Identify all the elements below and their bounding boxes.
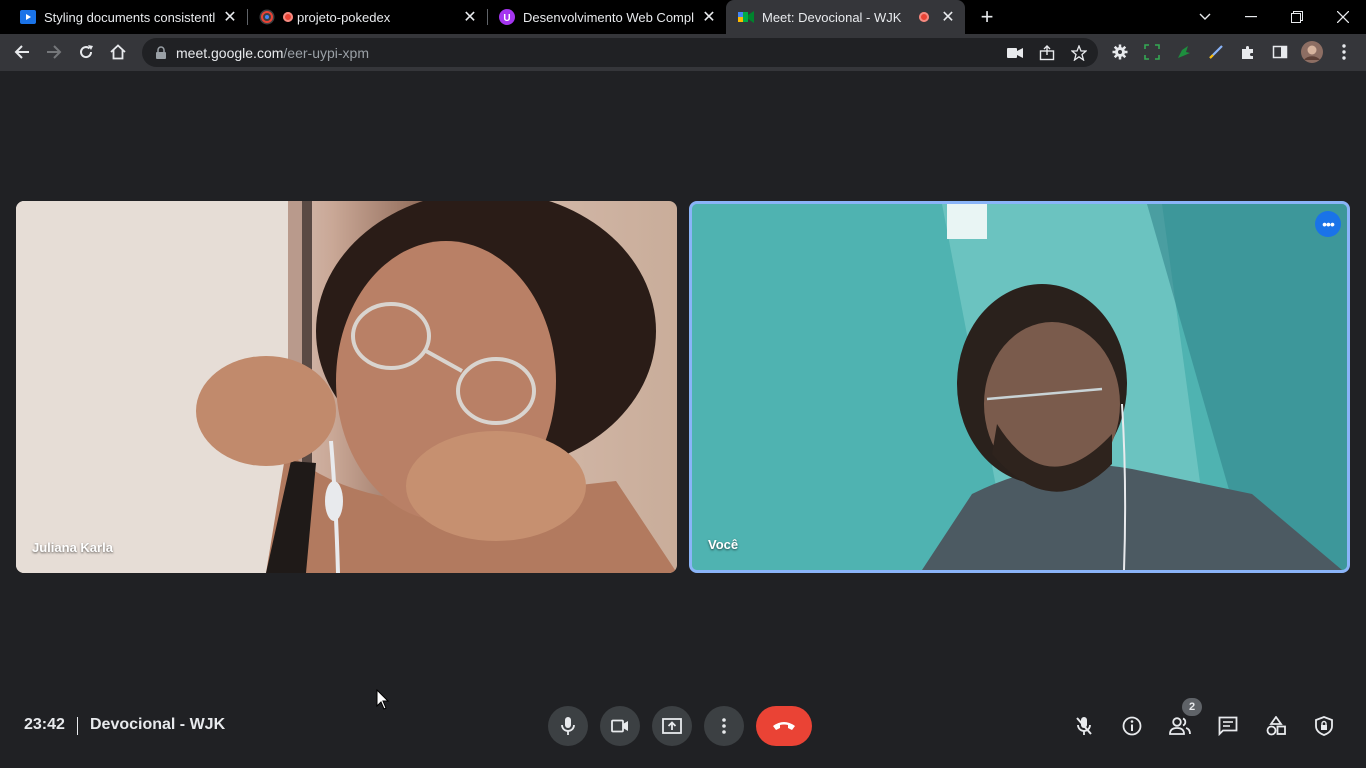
github-icon bbox=[259, 9, 275, 25]
browser-toolbar: meet.google.com/eer-uypi-xpm bbox=[0, 34, 1366, 71]
gear-icon bbox=[1112, 44, 1128, 60]
recording-icon bbox=[283, 12, 293, 22]
url-text[interactable]: meet.google.com/eer-uypi-xpm bbox=[176, 45, 369, 61]
activities-icon bbox=[1266, 716, 1286, 736]
mute-all-button[interactable] bbox=[1070, 712, 1098, 740]
leave-call-button[interactable] bbox=[756, 706, 812, 746]
kebab-menu-icon bbox=[722, 718, 726, 734]
puzzle-icon bbox=[1242, 46, 1253, 59]
meeting-details-button[interactable] bbox=[1118, 712, 1146, 740]
tile-more-options-button[interactable]: ••• bbox=[1315, 211, 1341, 237]
more-options-button[interactable] bbox=[704, 706, 744, 746]
lock-icon[interactable] bbox=[154, 45, 168, 60]
close-tab-icon[interactable]: ✕ bbox=[461, 8, 479, 26]
share-icon[interactable] bbox=[1038, 44, 1056, 62]
reload-icon bbox=[80, 45, 93, 59]
extension-pen-button[interactable] bbox=[1202, 38, 1230, 66]
present-screen-icon bbox=[662, 718, 682, 734]
minimize-icon bbox=[1245, 16, 1257, 18]
tab-title: Meet: Devocional - WJK bbox=[762, 9, 902, 25]
meet-stage: Juliana Karla ••• Você 23:42 Devocional … bbox=[0, 71, 1366, 768]
meet-icon bbox=[738, 9, 754, 25]
bird-icon bbox=[1178, 46, 1190, 58]
participant-name: Você bbox=[708, 537, 739, 552]
back-button[interactable] bbox=[8, 38, 36, 66]
tab-title: projeto-pokedex bbox=[297, 9, 391, 25]
tab-title: Styling documents consistently bbox=[44, 9, 215, 25]
info-icon bbox=[1122, 716, 1142, 736]
restore-icon bbox=[1291, 11, 1303, 23]
docs-play-icon bbox=[20, 9, 36, 25]
microphone-button[interactable] bbox=[548, 706, 588, 746]
self-tile[interactable]: ••• Você bbox=[689, 201, 1350, 573]
forward-arrow-icon bbox=[47, 45, 62, 59]
udemy-icon: U bbox=[499, 9, 515, 25]
meeting-title: Devocional - WJK bbox=[90, 716, 226, 733]
url-host: meet.google.com bbox=[176, 44, 284, 61]
side-panel-button[interactable] bbox=[1266, 38, 1294, 66]
tab-desenvolvimento-web[interactable]: U Desenvolvimento Web Completo ✕ bbox=[487, 0, 726, 34]
participant-tile[interactable]: Juliana Karla bbox=[16, 201, 677, 573]
tab-projeto-pokedex[interactable]: projeto-pokedex ✕ bbox=[247, 0, 488, 34]
close-icon bbox=[1337, 11, 1349, 23]
close-tab-icon[interactable]: ✕ bbox=[700, 8, 718, 26]
tab-styling-documents[interactable]: Styling documents consistently ✕ bbox=[0, 0, 248, 34]
pen-icon bbox=[1209, 45, 1223, 59]
back-arrow-icon bbox=[14, 45, 29, 59]
kebab-menu-icon bbox=[1342, 44, 1346, 60]
home-icon bbox=[110, 44, 126, 60]
side-panel-icon bbox=[1272, 45, 1288, 59]
tab-search-button[interactable] bbox=[1182, 0, 1228, 34]
meeting-clock: 23:42 bbox=[24, 716, 65, 733]
present-screen-button[interactable] bbox=[652, 706, 692, 746]
extension-bird-button[interactable] bbox=[1170, 38, 1198, 66]
recording-icon bbox=[919, 12, 929, 22]
close-tab-icon[interactable]: ✕ bbox=[939, 8, 957, 26]
tab-strip: Styling documents consistently ✕ projeto… bbox=[0, 0, 1366, 34]
address-bar[interactable]: meet.google.com/eer-uypi-xpm bbox=[142, 38, 1098, 67]
tab-title: Desenvolvimento Web Completo bbox=[523, 9, 694, 25]
camera-button[interactable] bbox=[600, 706, 640, 746]
capture-frame-icon bbox=[1144, 44, 1160, 60]
close-window-button[interactable] bbox=[1320, 0, 1366, 34]
people-icon bbox=[1169, 717, 1191, 735]
people-count-badge: 2 bbox=[1182, 698, 1202, 716]
chat-icon bbox=[1218, 716, 1238, 736]
new-tab-button[interactable]: + bbox=[976, 6, 998, 28]
participant-video bbox=[16, 201, 677, 573]
extension-gear-button[interactable] bbox=[1106, 38, 1134, 66]
mouse-cursor-icon bbox=[376, 689, 390, 710]
close-tab-icon[interactable]: ✕ bbox=[221, 8, 239, 26]
hang-up-icon bbox=[773, 722, 795, 730]
participant-name: Juliana Karla bbox=[32, 540, 113, 555]
camera-icon bbox=[611, 719, 628, 733]
chat-button[interactable] bbox=[1214, 712, 1242, 740]
shield-lock-icon bbox=[1315, 716, 1333, 736]
microphone-icon bbox=[561, 717, 575, 735]
host-controls-button[interactable] bbox=[1310, 712, 1338, 740]
chevron-down-icon bbox=[1199, 13, 1211, 20]
divider bbox=[77, 717, 78, 735]
svg-text:U: U bbox=[503, 13, 510, 24]
activities-button[interactable] bbox=[1262, 712, 1290, 740]
avatar bbox=[1301, 41, 1323, 63]
reload-button[interactable] bbox=[72, 38, 100, 66]
bookmark-star-icon[interactable] bbox=[1070, 44, 1088, 62]
url-path: /eer-uypi-xpm bbox=[283, 44, 369, 61]
microphone-off-icon bbox=[1076, 717, 1092, 735]
screenshot-extension-button[interactable] bbox=[1138, 38, 1166, 66]
people-button[interactable] bbox=[1166, 712, 1194, 740]
self-video bbox=[692, 204, 1347, 570]
browser-menu-button[interactable] bbox=[1330, 38, 1358, 66]
profile-button[interactable] bbox=[1298, 38, 1326, 66]
tab-meet[interactable]: Meet: Devocional - WJK ✕ bbox=[726, 0, 965, 34]
camera-in-use-icon[interactable] bbox=[1006, 44, 1024, 62]
extensions-button[interactable] bbox=[1234, 38, 1262, 66]
restore-button[interactable] bbox=[1274, 0, 1320, 34]
minimize-button[interactable] bbox=[1228, 0, 1274, 34]
home-button[interactable] bbox=[104, 38, 132, 66]
forward-button[interactable] bbox=[40, 38, 68, 66]
